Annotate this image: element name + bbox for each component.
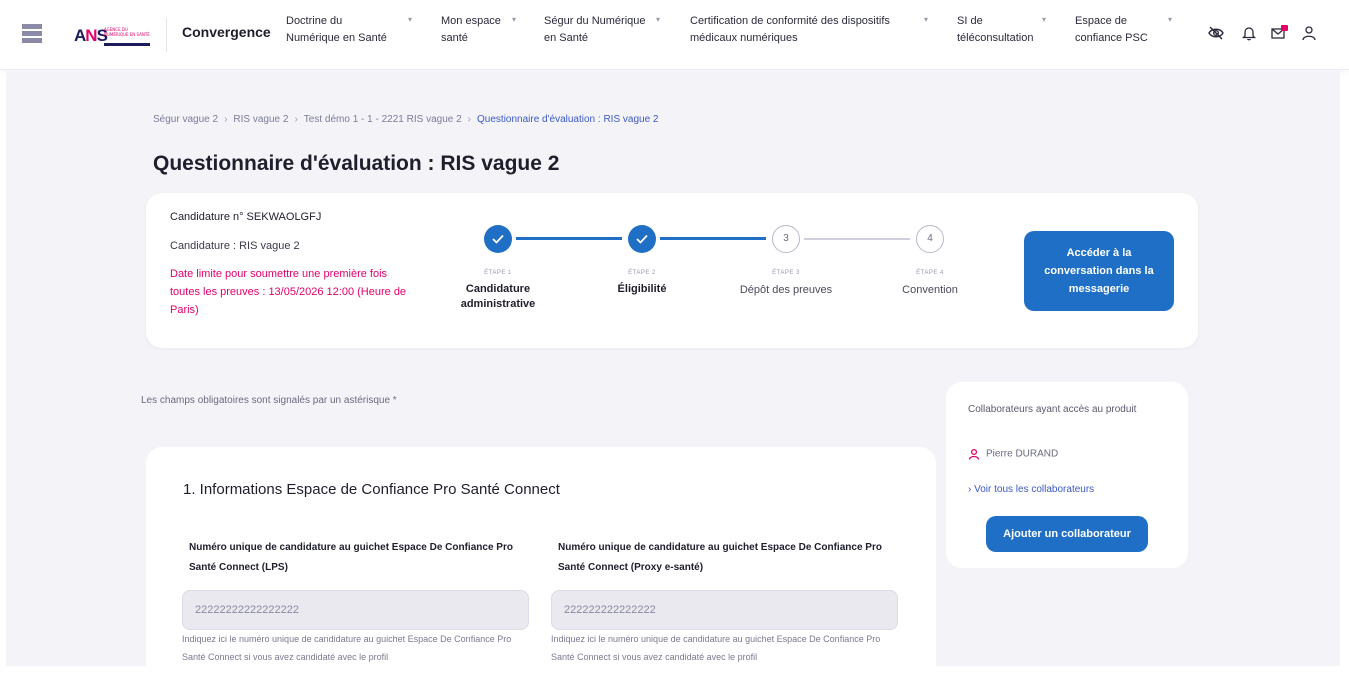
section-title: 1. Informations Espace de Confiance Pro … [183,481,560,498]
chevron-down-icon[interactable]: ▾ [1042,15,1046,24]
field-help-proxy: Indiquez ici le numéro unique de candida… [551,634,881,662]
step-2-check-icon [628,225,656,253]
step-4-label: Convention [902,284,958,296]
field-help-lps: Indiquez ici le numéro unique de candida… [182,634,512,662]
chevron-down-icon[interactable]: ▾ [924,15,928,24]
step-4-kicker: ÉTAPE 4 [916,270,944,276]
nav-segur[interactable]: Ségur du Numérique en Santé [544,13,646,47]
candidature-type: Candidature : RIS vague 2 [170,240,300,252]
candidature-number: Candidature n° SEKWAOLGFJ [170,211,322,223]
nav-si-teleconsultation[interactable]: SI de téléconsultation [957,13,1033,47]
nav-espace-confiance-psc[interactable]: Espace de confiance PSC [1075,13,1148,47]
step-3-circle: 3 [772,225,800,253]
brand-title[interactable]: Convergence [182,24,271,40]
field-label-lps: Numéro unique de candidature au guichet … [189,542,513,573]
user-icon[interactable] [1300,24,1318,42]
breadcrumb-item-segur[interactable]: Ségur vague 2 [153,114,218,125]
step-3-kicker: ÉTAPE 3 [772,270,800,276]
chevron-down-icon[interactable]: ▾ [408,15,412,24]
nav-doctrine[interactable]: Doctrine du Numérique en Santé [286,13,387,47]
bell-icon[interactable] [1240,24,1258,42]
collaborators-title: Collaborateurs ayant accès au produit [968,404,1137,415]
collaborator-item: Pierre DURAND [968,448,1058,460]
header-divider [166,18,167,52]
step-connector [660,237,766,240]
access-conversation-button[interactable]: Accéder à la conversation dans la messag… [1024,231,1174,311]
ans-logo[interactable]: ANS AGENCE DU NUMÉRIQUE EN SANTÉ [74,26,152,46]
breadcrumb-item-test-demo[interactable]: Test démo 1 - 1 - 2221 RIS vague 2 [304,114,462,125]
top-navigation-bar: ANS AGENCE DU NUMÉRIQUE EN SANTÉ Converg… [0,0,1349,70]
step-1-kicker: ÉTAPE 1 [484,270,512,276]
step-2-label: Éligibilité [617,283,667,295]
required-fields-note: Les champs obligatoires sont signalés pa… [141,395,397,406]
collaborators-card: Collaborateurs ayant accès au produit Pi… [946,382,1188,568]
chevron-down-icon[interactable]: ▾ [656,15,660,24]
nav-certification[interactable]: Certification de conformité des disposit… [690,13,890,47]
field-label-proxy: Numéro unique de candidature au guichet … [558,542,882,573]
breadcrumb: Ségur vague 2 › RIS vague 2 › Test démo 1 - … [153,114,659,125]
page-title: Questionnaire d'évaluation : RIS vague 2 [153,152,560,175]
nav-mon-espace-sante[interactable]: Mon espace santé [441,13,501,47]
proxy-number-input[interactable] [551,590,898,630]
step-3-label: Dépôt des preuves [739,284,833,296]
breadcrumb-item-ris[interactable]: RIS vague 2 [233,114,288,125]
candidature-status-card: Candidature n° SEKWAOLGFJ Candidature : … [146,193,1198,348]
add-collaborator-button[interactable]: Ajouter un collaborateur [986,516,1148,552]
person-icon [968,448,980,460]
form-section-card: 1. Informations Espace de Confiance Pro … [146,447,936,680]
step-4-circle: 4 [916,225,944,253]
collaborator-name: Pierre DURAND [986,448,1059,460]
see-all-collaborators-link[interactable]: › Voir tous les collaborateurs [968,484,1094,495]
mail-icon[interactable] [1270,24,1288,42]
chevron-down-icon[interactable]: ▾ [1168,15,1172,24]
step-2-kicker: ÉTAPE 2 [628,270,656,276]
lps-number-input[interactable] [182,590,529,630]
step-1-label: Candidature administrative [460,283,536,310]
step-connector [516,237,622,240]
breadcrumb-item-current: Questionnaire d'évaluation : RIS vague 2 [477,114,659,125]
eye-off-icon[interactable] [1207,24,1225,42]
republique-francaise-logo [22,24,42,46]
deadline-text: Date limite pour soumettre une première … [170,268,407,316]
step-1-check-icon [484,225,512,253]
step-connector [804,238,910,240]
chevron-down-icon[interactable]: ▾ [512,15,516,24]
